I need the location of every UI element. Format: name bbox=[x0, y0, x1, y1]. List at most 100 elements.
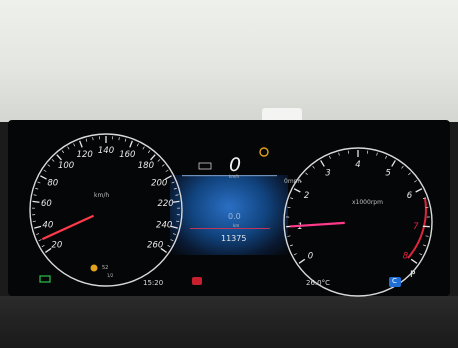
speed-tick bbox=[175, 194, 179, 196]
eco-indicator-icon bbox=[39, 275, 51, 283]
tach-label: 8 bbox=[403, 251, 409, 261]
speedometer: 20 40 60 80100120 140 160180 200 220 240 260 bbox=[29, 133, 183, 287]
tach-tick bbox=[293, 188, 301, 193]
tach-label: 3 bbox=[325, 168, 330, 178]
tach-tick bbox=[320, 160, 325, 167]
speed-tick bbox=[85, 138, 88, 142]
tach-label: 5 bbox=[385, 168, 390, 178]
tach-tick bbox=[289, 244, 294, 247]
speed-tick bbox=[41, 244, 45, 248]
speed-tick bbox=[172, 233, 176, 235]
lane-assist-icon bbox=[198, 162, 212, 170]
speed-label: 240 bbox=[156, 221, 172, 231]
speed-tick bbox=[161, 164, 165, 167]
speed-limit-label: 0mph bbox=[284, 178, 302, 185]
center-divider-mid bbox=[190, 228, 270, 229]
tach-tick bbox=[329, 155, 331, 159]
trip-value: 0.0 bbox=[228, 212, 241, 221]
tach-tick bbox=[338, 152, 340, 156]
speed-label: 200 bbox=[151, 178, 167, 188]
speed-label: 20 bbox=[51, 240, 62, 250]
tach-tick bbox=[287, 206, 291, 209]
speed-tick bbox=[56, 154, 62, 161]
speed-tick bbox=[37, 181, 41, 184]
speed-tick bbox=[147, 150, 151, 154]
brake-warning-icon bbox=[192, 277, 202, 285]
speed-tick bbox=[157, 159, 161, 162]
tach-tick bbox=[290, 197, 294, 200]
speed-tick bbox=[47, 164, 51, 167]
tach-tick bbox=[298, 258, 306, 264]
tach-tick bbox=[376, 152, 378, 156]
tach-label: 0 bbox=[308, 251, 313, 261]
speed-tick bbox=[173, 187, 177, 190]
speed-tick bbox=[118, 137, 120, 141]
drive-mode-label: C bbox=[392, 277, 397, 285]
trip-unit: km bbox=[233, 223, 240, 228]
speed-tick bbox=[129, 140, 133, 148]
speed-tick bbox=[33, 194, 37, 196]
tach-tick bbox=[410, 258, 418, 264]
speed-label: 180 bbox=[138, 161, 154, 171]
speed-tick bbox=[165, 169, 169, 172]
odometer-value: 11375 bbox=[221, 234, 247, 243]
tach-label: 4 bbox=[355, 160, 360, 170]
gear-sub-label: km/h bbox=[229, 174, 240, 179]
tach-tick bbox=[391, 160, 396, 167]
tachometer-labels: 012345678 bbox=[297, 160, 419, 261]
speed-tick bbox=[40, 175, 47, 180]
speed-tick bbox=[73, 143, 76, 147]
tach-label: 2 bbox=[304, 191, 309, 201]
tach-tick bbox=[401, 165, 404, 169]
speed-unit-label: km/h bbox=[94, 192, 110, 199]
warning-icon bbox=[259, 147, 269, 157]
tach-tick bbox=[415, 188, 423, 193]
speed-tick bbox=[167, 244, 171, 248]
speed-tick bbox=[92, 137, 94, 141]
outside-temperature: 26.0°C bbox=[306, 279, 330, 287]
speed-label: 100 bbox=[58, 161, 74, 171]
speed-tick bbox=[38, 239, 42, 242]
fuel-fraction-label: 1/2 bbox=[107, 273, 114, 278]
speed-tick bbox=[32, 200, 40, 203]
tach-label: 7 bbox=[413, 222, 419, 232]
fuel-icon bbox=[90, 264, 98, 272]
speed-label: 160 bbox=[119, 150, 135, 160]
speed-tick bbox=[142, 146, 145, 150]
tach-tick bbox=[422, 244, 427, 247]
speed-tick bbox=[45, 247, 52, 253]
tach-tick bbox=[425, 235, 429, 237]
speed-tick bbox=[136, 143, 139, 147]
speed-tick bbox=[171, 181, 175, 184]
gear-display: 0 bbox=[229, 154, 242, 176]
clock-time: 15:20 bbox=[143, 279, 164, 287]
tach-tick bbox=[414, 180, 417, 183]
speed-label: 120 bbox=[77, 150, 93, 160]
tach-label: 6 bbox=[407, 191, 413, 201]
photo-scene: 20406080100120140160180200220240260 0123… bbox=[0, 0, 458, 348]
speed-label: 220 bbox=[157, 199, 173, 209]
speedometer-ring bbox=[29, 133, 183, 287]
speed-tick bbox=[35, 187, 39, 190]
speed-label: 40 bbox=[42, 221, 53, 231]
tach-tick bbox=[293, 253, 297, 256]
speed-tick bbox=[150, 154, 156, 161]
tach-tick bbox=[312, 165, 315, 169]
tach-tick bbox=[287, 235, 291, 237]
speed-label: 260 bbox=[147, 240, 163, 250]
tach-tick bbox=[305, 172, 308, 176]
speed-label: 80 bbox=[47, 178, 58, 188]
speed-tick bbox=[43, 169, 47, 172]
speed-tick bbox=[67, 146, 70, 150]
speed-label: 140 bbox=[98, 146, 114, 156]
speed-tick bbox=[51, 159, 55, 162]
gear-selector-indicator: P bbox=[410, 270, 416, 280]
tach-tick bbox=[385, 155, 387, 159]
speed-tick bbox=[124, 138, 127, 142]
speed-tick bbox=[36, 233, 40, 235]
tach-tick bbox=[419, 253, 423, 256]
rpm-unit-label: x1000rpm bbox=[352, 199, 383, 206]
speed-tick bbox=[79, 140, 83, 148]
speed-label: 60 bbox=[41, 199, 52, 209]
speed-tick bbox=[61, 150, 65, 154]
